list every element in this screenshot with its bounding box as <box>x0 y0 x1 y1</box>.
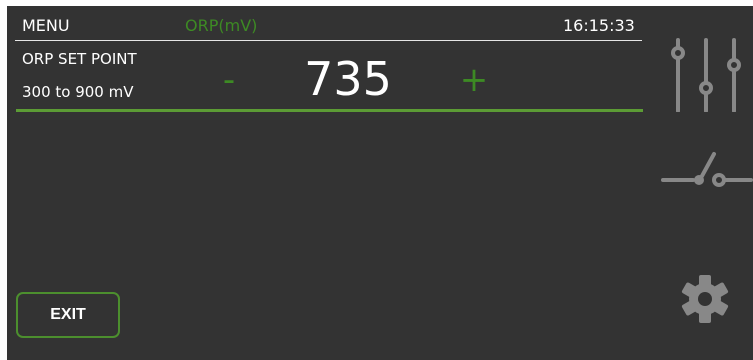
setpoint-value: 735 <box>304 52 392 106</box>
setpoint-range: 300 to 900 mV <box>22 83 134 101</box>
gear-icon[interactable] <box>680 273 730 325</box>
exit-button[interactable]: EXIT <box>16 292 120 338</box>
mode-label: ORP(mV) <box>185 16 258 35</box>
switch-icon[interactable] <box>661 147 753 187</box>
setpoint-underline <box>16 109 643 112</box>
header-divider <box>15 40 642 41</box>
clock: 16:15:33 <box>563 16 635 35</box>
device-frame: MENU ORP(mV) 16:15:33 ORP SET POINT 300 … <box>0 0 753 360</box>
decrement-button[interactable]: - <box>211 58 247 102</box>
controller-screen: MENU ORP(mV) 16:15:33 ORP SET POINT 300 … <box>7 6 753 360</box>
sliders-icon[interactable] <box>668 37 753 112</box>
menu-title: MENU <box>22 16 70 35</box>
exit-button-label: EXIT <box>50 306 86 323</box>
increment-button[interactable]: + <box>456 58 492 102</box>
setpoint-title: ORP SET POINT <box>22 50 137 68</box>
